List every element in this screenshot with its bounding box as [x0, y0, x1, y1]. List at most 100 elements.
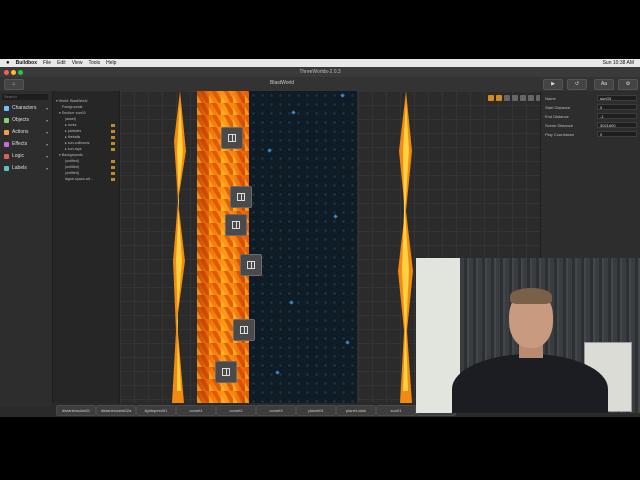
object-node[interactable] [230, 186, 252, 208]
property-value-field[interactable]: 3021600 [597, 122, 637, 128]
sidebar-item-logic[interactable]: Logic ▾ [0, 151, 52, 162]
apple-icon[interactable]: ● [6, 60, 10, 66]
lock-icon[interactable] [111, 178, 115, 181]
view-tool-icon[interactable] [528, 95, 534, 101]
lock-icon[interactable] [111, 130, 115, 133]
tree-row[interactable]: (untitled) [65, 159, 115, 164]
object-node-icon [228, 134, 236, 142]
sidebar-item-objects[interactable]: Objects ▾ [0, 115, 52, 126]
menu-edit[interactable]: Edit [57, 60, 66, 66]
lock-icon[interactable] [111, 124, 115, 127]
sidebar-item-actions[interactable]: Actions ▾ [0, 127, 52, 138]
lock-icon[interactable] [111, 172, 115, 175]
property-row: End Distance -1 [545, 113, 639, 120]
settings-button[interactable]: ⚙ [618, 79, 638, 90]
grid-tool-icon[interactable] [496, 95, 502, 101]
zoom-tool-icon[interactable] [520, 95, 526, 101]
snap-tool-icon[interactable] [488, 95, 494, 101]
object-node[interactable] [225, 214, 247, 236]
tree-row[interactable]: (asset) [65, 117, 76, 122]
object-node[interactable] [221, 127, 243, 149]
tree-row[interactable]: ▸ sun-rays [65, 147, 115, 152]
home-button[interactable]: ⌂ [4, 79, 24, 90]
tree-row[interactable]: ▸ rocks [65, 123, 115, 128]
property-value-field[interactable]: -1 [597, 113, 637, 119]
scene-tab-comet3[interactable]: comet3 [256, 405, 296, 416]
scene-tab-lightspeed01[interactable]: lightspeed01 [136, 405, 176, 416]
tree-row-label: ▸ sun-collisions [65, 141, 90, 145]
chevron-down-icon: ▾ [45, 106, 48, 111]
property-label: Play Countdown [545, 132, 575, 137]
tree-row[interactable]: (untitled) [65, 165, 115, 170]
right-flame-strip [398, 91, 413, 403]
property-row: Name sun03 [545, 95, 639, 102]
play-button[interactable]: ▶ [543, 79, 563, 90]
lock-icon[interactable] [111, 160, 115, 163]
cube-icon [4, 118, 9, 123]
tree-row[interactable]: ▸ fireballs [65, 135, 115, 140]
menu-app[interactable]: Buildbox [16, 60, 37, 66]
lock-icon[interactable] [111, 142, 115, 145]
document-title: BlastWorld [270, 80, 295, 86]
webcam-overlay [416, 258, 640, 413]
zoom-window-button[interactable] [18, 70, 23, 75]
menu-help[interactable]: Help [106, 60, 116, 66]
sidebar-item-label: Objects [12, 117, 29, 123]
scene-tab-comet2[interactable]: comet2 [216, 405, 256, 416]
scene-tab-distantmodes02a[interactable]: distantmodes02a [96, 405, 136, 416]
scene-tab-comet1[interactable]: comet1 [176, 405, 216, 416]
close-window-button[interactable] [4, 70, 9, 75]
property-value-field[interactable]: sun03 [597, 95, 637, 101]
property-row: Scene Distance 3021600 [545, 122, 639, 129]
tree-row[interactable]: ▾ Section: sun03 [59, 111, 86, 116]
sidebar-item-characters[interactable]: Characters ▾ [0, 103, 52, 114]
tree-row-label: ▾ Section: sun03 [59, 111, 86, 115]
menubar-clock: Sun 10:38 AM [602, 60, 634, 66]
chevron-down-icon: ▾ [45, 130, 48, 135]
object-node[interactable] [215, 361, 237, 383]
scene-tab-planet01[interactable]: planet01 [296, 405, 336, 416]
minimize-window-button[interactable] [11, 70, 16, 75]
object-node[interactable] [233, 319, 255, 341]
sidebar-item-label: Logic [12, 153, 24, 159]
menu-view[interactable]: View [72, 60, 83, 66]
tree-row-label: lagoe-space-art... [65, 177, 93, 181]
font-button[interactable]: Aa [594, 79, 614, 90]
tree-row-label: ▸ fireballs [65, 135, 81, 139]
sidebar-item-effects[interactable]: Effects ▾ [0, 139, 52, 150]
scene-tab-distantmodes01[interactable]: distantmodes01 [56, 405, 96, 416]
align-tool-icon[interactable] [512, 95, 518, 101]
chevron-down-icon: ▾ [45, 118, 48, 123]
property-row: Play Countdown 0 [545, 131, 639, 138]
sparkle-icon [4, 142, 9, 147]
tree-row[interactable]: (untitled) [65, 171, 115, 176]
property-label: Name [545, 96, 556, 101]
tree-row[interactable]: ▾ World: BlastWorld [56, 99, 87, 104]
logic-icon [4, 154, 9, 159]
tree-row[interactable]: Foregrounds [62, 105, 82, 110]
property-value-field[interactable]: 0 [597, 104, 637, 110]
tree-row[interactable]: lagoe-space-art... [65, 177, 115, 182]
menu-tools[interactable]: Tools [88, 60, 100, 66]
layer-tool-icon[interactable] [504, 95, 510, 101]
chevron-down-icon: ▾ [45, 154, 48, 159]
sidebar-search-input[interactable]: Search [2, 94, 48, 100]
menu-file[interactable]: File [43, 60, 51, 66]
scene-tab-planet-dark[interactable]: planet-dark [336, 405, 376, 416]
lock-icon[interactable] [111, 136, 115, 139]
tree-row[interactable]: ▸ sun-collisions [65, 141, 115, 146]
scene-tab-sun01[interactable]: sun01 [376, 405, 416, 416]
object-node[interactable] [240, 254, 262, 276]
chevron-down-icon: ▾ [45, 166, 48, 171]
sidebar-item-label: Actions [12, 129, 29, 135]
lock-icon[interactable] [111, 148, 115, 151]
asset-sidebar: Search Characters ▾ Objects ▾ Actions ▾ Effect… [0, 91, 53, 407]
main-toolbar: ⌂ BlastWorld ▶ ↺ Aa ⚙ [0, 77, 640, 92]
tree-row[interactable]: ▸ particles [65, 129, 115, 134]
tree-row[interactable]: ▾ Backgrounds [59, 153, 83, 158]
property-row: Start Distance 0 [545, 104, 639, 111]
lock-icon[interactable] [111, 166, 115, 169]
reset-button[interactable]: ↺ [567, 79, 587, 90]
sidebar-item-labels[interactable]: Labels ▾ [0, 163, 52, 174]
property-value-field[interactable]: 0 [597, 131, 637, 137]
